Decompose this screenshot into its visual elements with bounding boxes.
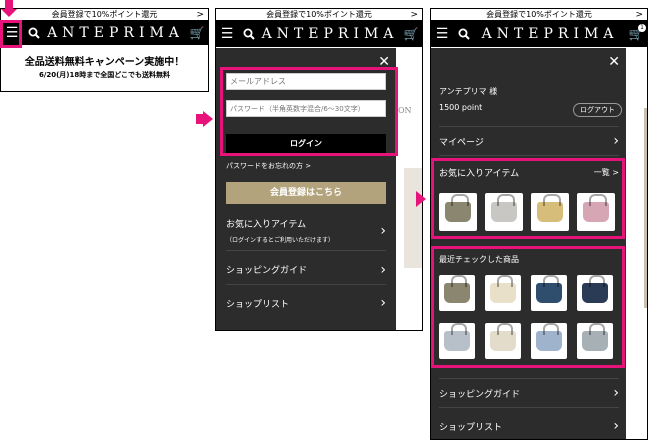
announcement-text: 会員登録で10%ポイント還元: [51, 10, 158, 19]
menu-item-shopping-guide[interactable]: ショッピングガイド ›: [439, 378, 619, 408]
favorites-note: （ログインするとご利用いただけます）: [226, 237, 335, 244]
favorites-text: お気に入りアイテム （ログインするとご利用いただけます）: [226, 217, 334, 244]
header: ☰ ANTEPRIMA 🛒: [1, 21, 208, 45]
arrow-right-head: [203, 111, 213, 127]
close-icon[interactable]: ✕: [608, 54, 620, 70]
announcement-text: 会員登録で10%ポイント還元: [486, 10, 592, 19]
menu-drawer: ✕ アンテプリマ 様 1500 point ログアウト マイページ › お気に入…: [431, 48, 626, 439]
background-text: ON: [398, 106, 412, 115]
chevron-right-icon: ›: [613, 133, 619, 149]
favorites-highlight: [431, 158, 625, 239]
announcement-bar[interactable]: 会員登録で10%ポイント還元 >: [431, 9, 647, 21]
login-highlight: [220, 67, 398, 156]
menu-icon[interactable]: ☰: [216, 26, 238, 42]
shopping-guide-label: ショッピングガイド: [226, 266, 308, 276]
logout-button[interactable]: ログアウト: [573, 103, 622, 117]
menu-item-favorites[interactable]: お気に入りアイテム （ログインするとご利用いただけます） ›: [226, 211, 386, 251]
brand-logo[interactable]: ANTEPRIMA: [45, 25, 186, 41]
search-icon[interactable]: [453, 25, 475, 44]
register-button[interactable]: 会員登録はこちら: [226, 182, 386, 204]
favorites-label: お気に入りアイテム: [226, 220, 307, 230]
menu-item-shop-list[interactable]: ショップリスト ›: [226, 288, 386, 318]
search-icon[interactable]: [23, 24, 45, 43]
menu-highlight: [0, 20, 22, 48]
shop-list-label: ショップリスト: [439, 422, 503, 433]
brand-logo[interactable]: ANTEPRIMA: [260, 26, 400, 42]
recent-highlight: [431, 246, 625, 368]
background-content: ON: [396, 48, 422, 330]
scrollbar[interactable]: [644, 108, 647, 308]
cart-icon[interactable]: 🛒 1: [625, 24, 647, 41]
cart-icon[interactable]: 🛒: [400, 27, 422, 41]
chevron-right-icon: >: [410, 10, 418, 20]
user-name: アンテプリマ 様: [439, 87, 498, 96]
cart-badge: 1: [638, 24, 646, 32]
panel-1: 会員登録で10%ポイント還元 > ☰ ANTEPRIMA 🛒 全品送料無料キャン…: [0, 8, 209, 92]
arrow-down-head: [1, 9, 17, 17]
menu-item-shop-list[interactable]: ショップリスト ›: [439, 412, 619, 439]
chevron-right-icon: ›: [613, 418, 619, 434]
shop-list-label: ショップリスト: [226, 299, 290, 310]
chevron-right-icon: ›: [380, 261, 386, 278]
header: ☰ ANTEPRIMA 🛒: [216, 21, 422, 47]
campaign-banner[interactable]: 全品送料無料キャンペーン実施中！ 6/20(月)18時まで全国どこでも送料無料: [1, 45, 208, 80]
shopping-guide-label: ショッピングガイド: [439, 389, 521, 400]
brand-logo[interactable]: ANTEPRIMA: [475, 26, 625, 42]
announcement-bar[interactable]: 会員登録で10%ポイント還元 >: [1, 9, 208, 21]
search-icon[interactable]: [238, 25, 260, 44]
menu-icon[interactable]: ☰: [431, 26, 453, 42]
chevron-right-icon: ›: [613, 385, 619, 401]
header: ☰ ANTEPRIMA 🛒 1: [431, 21, 647, 47]
campaign-title: 全品送料無料キャンペーン実施中！: [24, 57, 185, 68]
mypage-label: マイページ: [439, 137, 484, 148]
background-content: [626, 48, 647, 439]
announcement-text: 会員登録で10%ポイント還元: [266, 10, 372, 19]
campaign-subtitle: 6/20(月)18時まで全国どこでも送料無料: [38, 71, 171, 79]
arrow-right-head: [416, 191, 426, 207]
forgot-password-link[interactable]: パスワードをお忘れの方 >: [226, 161, 311, 171]
background-image: [404, 168, 422, 268]
chevron-right-icon: >: [635, 10, 643, 20]
chevron-right-icon: ›: [380, 295, 386, 311]
user-points: 1500 point: [439, 103, 483, 112]
panel-2: 会員登録で10%ポイント還元 > ☰ ANTEPRIMA 🛒 ✕ ログイン パス…: [215, 8, 423, 331]
announcement-bar[interactable]: 会員登録で10%ポイント還元 >: [216, 9, 422, 21]
cart-icon[interactable]: 🛒: [186, 26, 208, 40]
menu-item-shopping-guide[interactable]: ショッピングガイド ›: [226, 255, 386, 285]
chevron-right-icon: ›: [380, 222, 386, 239]
menu-item-mypage[interactable]: マイページ ›: [439, 126, 619, 156]
chevron-right-icon: >: [196, 10, 204, 20]
